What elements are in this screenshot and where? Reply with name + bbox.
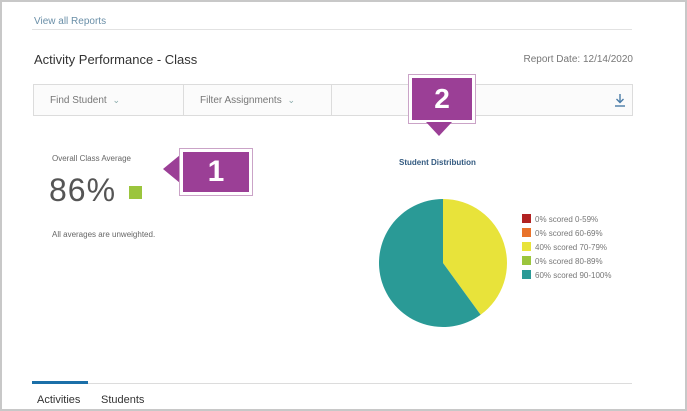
legend-swatch bbox=[522, 256, 531, 265]
callout-badge-2: 2 bbox=[409, 75, 475, 123]
class-average-label: Overall Class Average bbox=[52, 154, 131, 163]
find-student-dropdown[interactable]: Find Student ⌄ bbox=[34, 85, 184, 115]
distribution-pie-chart bbox=[378, 199, 507, 327]
legend-item: 60% scored 90-100% bbox=[522, 270, 612, 282]
find-student-label: Find Student bbox=[50, 95, 107, 106]
tabs-divider bbox=[32, 383, 632, 384]
filter-assignments-dropdown[interactable]: Filter Assignments ⌄ bbox=[184, 85, 332, 115]
report-date: Report Date: 12/14/2020 bbox=[523, 54, 633, 65]
tab-activities[interactable]: Activities bbox=[37, 394, 80, 406]
chart-legend: 0% scored 0-59% 0% scored 60-69% 40% score… bbox=[522, 214, 612, 284]
distribution-title: Student Distribution bbox=[399, 158, 476, 167]
report-panel: View all Reports Activity Performance - … bbox=[0, 0, 687, 411]
legend-label: 60% scored 90-100% bbox=[535, 271, 612, 280]
legend-label: 40% scored 70-79% bbox=[535, 243, 608, 252]
legend-item: 0% scored 80-89% bbox=[522, 256, 612, 268]
chevron-down-icon: ⌄ bbox=[112, 95, 121, 105]
view-all-reports-link[interactable]: View all Reports bbox=[34, 16, 106, 27]
divider bbox=[32, 29, 632, 30]
averages-note: All averages are unweighted. bbox=[52, 230, 156, 239]
legend-label: 0% scored 80-89% bbox=[535, 257, 603, 266]
callout-2-pointer bbox=[426, 122, 452, 136]
legend-item: 0% scored 60-69% bbox=[522, 228, 612, 240]
filter-assignments-label: Filter Assignments bbox=[200, 95, 282, 106]
download-icon[interactable] bbox=[614, 93, 626, 107]
legend-swatch bbox=[522, 228, 531, 237]
class-average-value: 86% bbox=[49, 172, 117, 208]
legend-label: 0% scored 0-59% bbox=[535, 215, 599, 224]
legend-label: 0% scored 60-69% bbox=[535, 229, 603, 238]
callout-1-pointer bbox=[163, 155, 180, 183]
active-tab-indicator bbox=[32, 381, 88, 384]
legend-swatch bbox=[522, 270, 531, 279]
legend-swatch bbox=[522, 242, 531, 251]
callout-badge-1: 1 bbox=[180, 149, 252, 195]
legend-item: 40% scored 70-79% bbox=[522, 242, 612, 254]
legend-item: 0% scored 0-59% bbox=[522, 214, 612, 226]
page-title: Activity Performance - Class bbox=[34, 52, 198, 67]
legend-swatch bbox=[522, 214, 531, 223]
filter-bar: Find Student ⌄ Filter Assignments ⌄ bbox=[33, 84, 633, 116]
average-indicator-swatch bbox=[129, 186, 142, 199]
chevron-down-icon: ⌄ bbox=[287, 95, 296, 105]
tab-students[interactable]: Students bbox=[101, 394, 144, 406]
